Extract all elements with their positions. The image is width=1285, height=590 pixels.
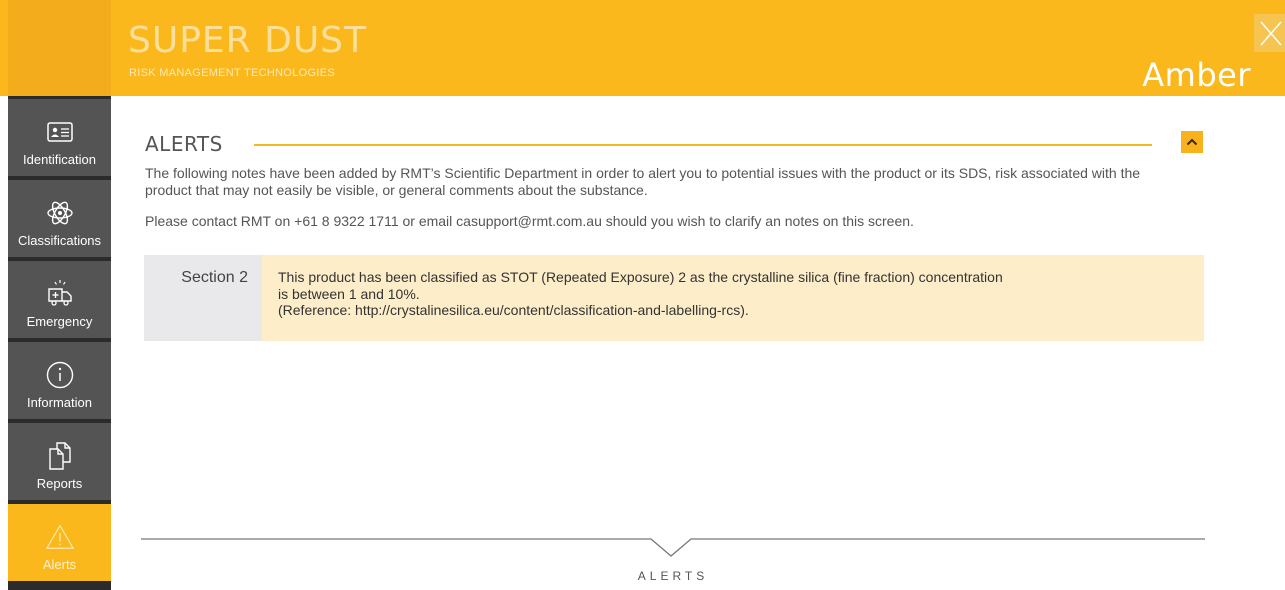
product-subtitle: RISK MANAGEMENT TECHNOLOGIES <box>129 67 336 79</box>
sidebar-item-classifications[interactable]: Classifications <box>8 180 111 257</box>
info-icon <box>45 360 75 390</box>
intro-text: The following notes have been added by R… <box>145 165 1141 198</box>
documents-icon <box>45 441 75 471</box>
collapse-button[interactable] <box>1181 131 1203 153</box>
product-title: SUPER DUST <box>128 20 368 61</box>
ambulance-icon <box>45 279 75 309</box>
sidebar-item-reports[interactable]: Reports <box>8 423 111 500</box>
footer-section-label: ALERTS <box>637 569 709 583</box>
header: SUPER DUST RISK MANAGEMENT TECHNOLOGIES … <box>0 0 1285 96</box>
sidebar-item-emergency[interactable]: Emergency <box>8 261 111 338</box>
sidebar: Identification Classifications Emergency… <box>8 96 111 590</box>
sidebar-item-identification[interactable]: Identification <box>8 99 111 176</box>
warning-icon <box>45 522 75 552</box>
alert-section-label: Section 2 <box>144 255 262 341</box>
sidebar-item-label: Identification <box>23 152 96 167</box>
section-heading: ALERTS <box>145 132 223 156</box>
sidebar-item-label: Reports <box>36 476 83 491</box>
id-card-icon <box>45 117 75 147</box>
sidebar-item-label: Classifications <box>17 233 102 248</box>
close-icon <box>1259 21 1282 46</box>
sidebar-item-information[interactable]: Information <box>8 342 111 419</box>
alert-reference: (Reference: http://crystalinesilica.eu/c… <box>278 302 749 318</box>
footer-divider <box>141 538 1205 557</box>
alert-message: This product has been classified as STOT… <box>262 255 1204 341</box>
heading-divider <box>254 144 1152 146</box>
logo-block <box>8 0 111 96</box>
alert-row: Section 2 This product has been classifi… <box>144 255 1204 341</box>
contact-text: Please contact RMT on +61 8 9322 1711 or… <box>145 213 914 229</box>
alert-message-line: This product has been classified as STOT… <box>278 269 1003 285</box>
alert-message-line: is between 1 and 10%. <box>278 285 420 302</box>
close-button[interactable] <box>1254 14 1285 52</box>
sidebar-item-label: Information <box>26 395 93 410</box>
status-label: Amber <box>1142 56 1251 94</box>
sidebar-item-label: Emergency <box>26 314 93 329</box>
atom-icon <box>45 198 75 228</box>
chevron-up-icon <box>1186 138 1198 146</box>
